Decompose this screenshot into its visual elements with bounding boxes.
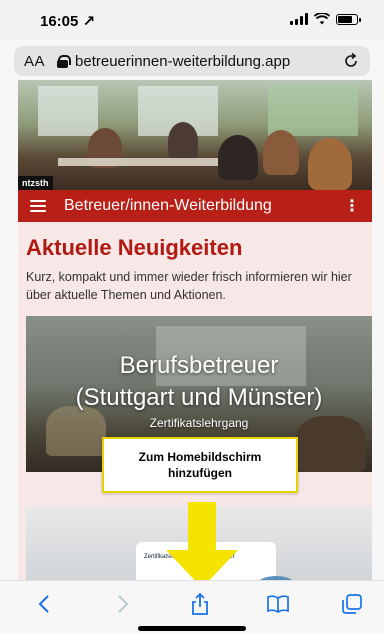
hero-logo: ntzsth [18, 176, 53, 190]
wifi-icon [314, 13, 330, 25]
course-title-line2: (Stuttgart und Münster) [75, 384, 323, 411]
url-text[interactable]: betreuerinnen-weiterbildung.app [75, 53, 342, 70]
news-intro: Kurz, kompakt und immer wieder frisch in… [26, 270, 352, 302]
status-bar: 16:05 ↗ [0, 0, 384, 40]
kebab-menu-icon[interactable]: ⋮ [344, 196, 360, 216]
course-subtitle: Zertifikatslehrgang [149, 416, 249, 430]
status-time: 16:05 ↗ [40, 13, 96, 30]
battery-icon [336, 13, 361, 25]
home-indicator [138, 626, 246, 631]
tabs-icon[interactable] [337, 591, 367, 617]
back-icon[interactable] [29, 591, 59, 617]
bookmarks-icon[interactable] [263, 591, 293, 617]
text-size-button[interactable]: AA [24, 53, 45, 70]
hero-image: ntzsth [18, 80, 372, 190]
lock-icon [57, 54, 72, 68]
add-to-homescreen-callout: Zum Homebildschirm hinzufügen [102, 437, 298, 493]
share-icon[interactable] [185, 591, 215, 617]
status-indicators [290, 13, 361, 25]
course-title-line1: Berufsbetreuer [119, 352, 279, 379]
site-nav-bar: Betreuer/innen-Weiterbildung ⋮ [18, 190, 372, 222]
forward-icon[interactable] [108, 591, 138, 617]
site-title[interactable]: Betreuer/innen-Weiterbildung [64, 197, 344, 215]
news-heading: Aktuelle Neuigkeiten [26, 235, 243, 260]
signal-icon [290, 13, 308, 25]
reload-icon[interactable] [342, 52, 360, 70]
hamburger-icon[interactable] [30, 200, 46, 212]
callout-line2: hinzufügen [168, 466, 232, 480]
callout-line1: Zum Homebildschirm [138, 450, 262, 464]
yellow-arrow-icon [166, 502, 238, 588]
address-bar[interactable]: AA betreuerinnen-weiterbildung.app [14, 46, 370, 76]
